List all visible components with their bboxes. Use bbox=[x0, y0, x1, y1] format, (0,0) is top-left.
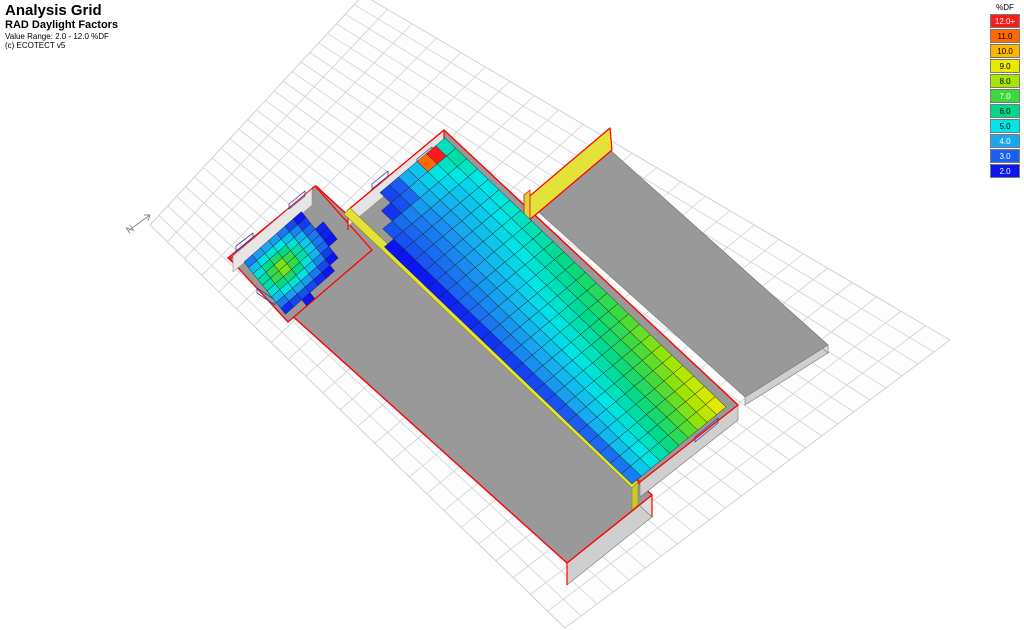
info-panel: Analysis Grid RAD Daylight Factors Value… bbox=[5, 3, 118, 51]
legend-swatch: 8.0 bbox=[990, 74, 1020, 88]
analysis-title: Analysis Grid bbox=[5, 2, 102, 19]
legend-swatch: 11.0 bbox=[990, 29, 1020, 43]
legend-swatch: 9.0 bbox=[990, 59, 1020, 73]
value-range: Value Range: 2.0 - 12.0 %DF bbox=[5, 32, 109, 41]
analysis-subtitle: RAD Daylight Factors bbox=[5, 19, 119, 31]
legend-swatch: 5.0 bbox=[990, 119, 1020, 133]
legend-swatch: 4.0 bbox=[990, 134, 1020, 148]
legend-unit: %DF bbox=[996, 3, 1014, 12]
legend-swatch: 6.0 bbox=[990, 104, 1020, 118]
legend-swatch: 7.0 bbox=[990, 89, 1020, 103]
3d-model-scene: N bbox=[124, 0, 951, 629]
model-viewport[interactable]: N bbox=[0, 0, 1024, 630]
legend-swatch: 3.0 bbox=[990, 149, 1020, 163]
color-legend: %DF 12.0+ 11.0 10.0 9.0 8.0 7.0 6.0 5.0 4.0 3.0 2.… bbox=[990, 3, 1020, 179]
copyright-text: (c) ECOTECT v5 bbox=[5, 41, 66, 50]
legend-scale: 12.0+ 11.0 10.0 9.0 8.0 7.0 6.0 5.0 4.0 3.0 2.0 bbox=[990, 14, 1020, 178]
legend-swatch: 12.0+ bbox=[990, 14, 1020, 28]
north-label: N bbox=[124, 223, 136, 236]
legend-swatch: 2.0 bbox=[990, 164, 1020, 178]
legend-swatch: 10.0 bbox=[990, 44, 1020, 58]
